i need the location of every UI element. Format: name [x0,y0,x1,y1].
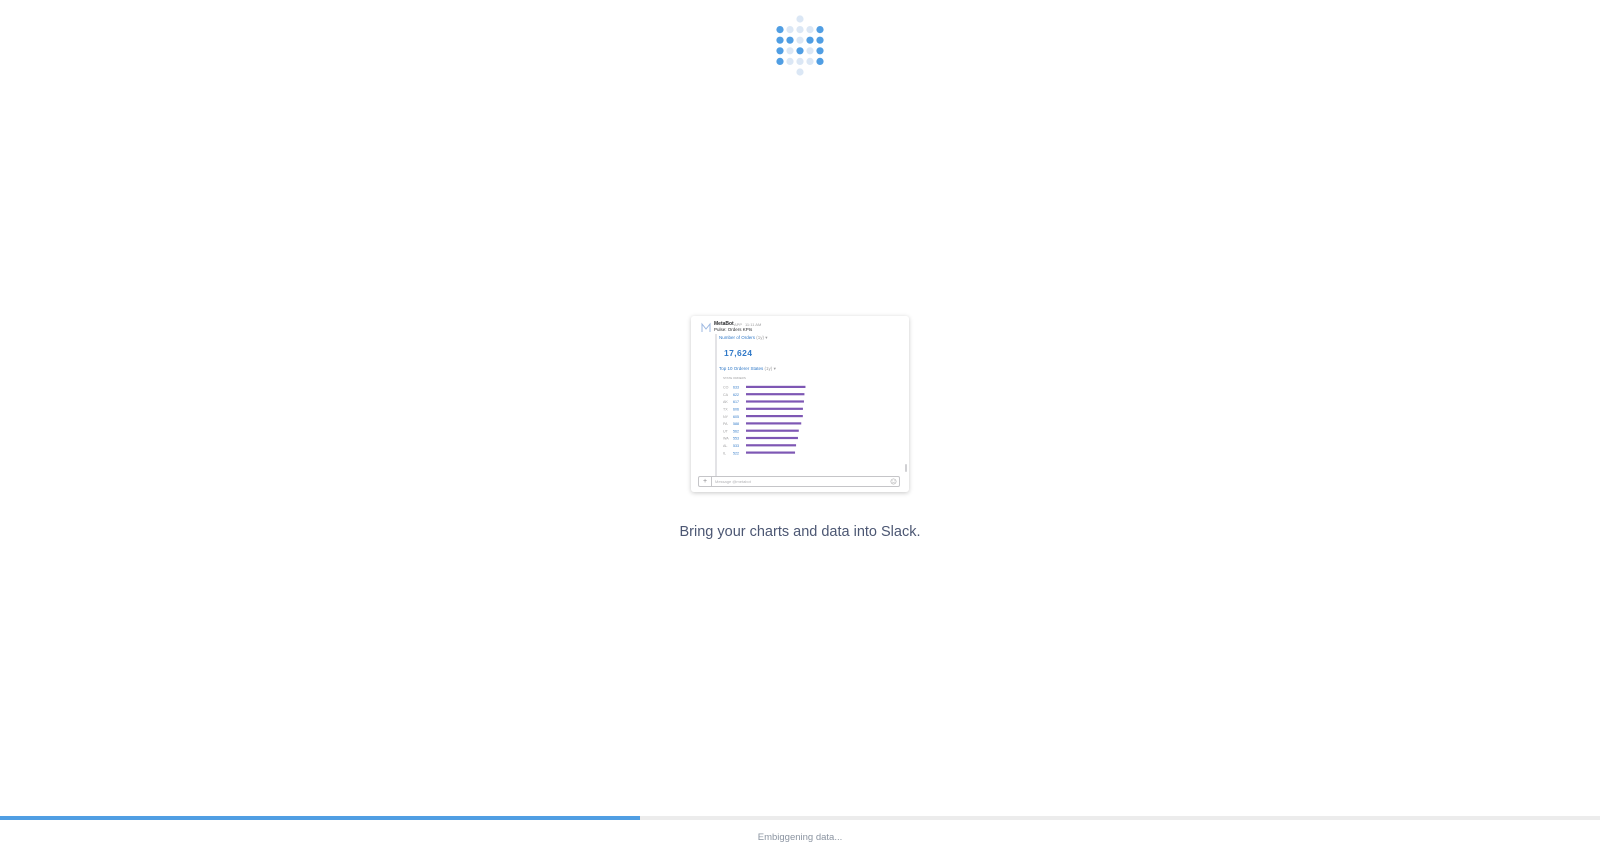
data-label: 562 [733,429,739,433]
logo-dot [776,26,784,34]
card-title-period: (1y) [764,366,773,371]
tick-label: PA [723,422,728,426]
data-label: 633 [733,386,739,390]
logo-dot [796,36,804,44]
plus-icon: + [699,477,712,486]
logo-dot [816,57,824,65]
tagline: Bring your charts and data into Slack. [679,524,921,540]
slack-preview-image: MetaBot APP 11:11 AM Pulse: Orders KPIs … [691,316,909,492]
chevron-down-icon: ▾ [773,366,776,371]
logo-dot [786,26,794,34]
data-label: 606 [733,408,739,412]
logo-dot [816,26,824,34]
progress-bar [0,816,1600,820]
logo-dot [776,57,784,65]
logo-dot [796,15,804,23]
bot-app-label: APP [734,321,743,327]
logo-dot [816,47,824,55]
data-label: 522 [733,451,739,455]
pulse-title: Pulse: Orders KPIs [714,327,753,332]
card-title-states: Top 10 Orderer States (1y) ▾ [719,366,776,372]
card-title-text: Number of Orders [719,335,756,340]
logo-dot [806,57,814,65]
tick-label: UT [723,429,729,433]
loading-status-text: Embiggening data... [757,832,843,843]
logo-dot [776,36,784,44]
bar [746,422,802,425]
tick-label: AK [723,400,728,404]
logo-dot [806,47,814,55]
logo-dot [806,36,814,44]
card-title-orders: Number of Orders (1y) ▾ [719,335,768,341]
scrollbar-thumb [905,464,907,472]
data-label: 605 [733,415,739,419]
bar [746,451,796,454]
message-input [715,478,885,485]
logo-area [0,0,1600,90]
states-bar-chart: STATE ORDERS CO 633 CA 622 AK 617 TX 606 NY 605 PA 58… [723,376,806,455]
tick-label: IL [723,451,726,455]
logo-dot [796,68,804,76]
logo-dot [816,36,824,44]
message-composer: + [698,476,900,487]
column-header: STATE [723,376,732,380]
bar [746,415,803,418]
card-title-period: (1y) [756,335,765,340]
bot-timestamp: 11:11 AM [745,321,762,327]
tick-label: CO [723,386,729,390]
bar [746,407,803,410]
tick-label: TX [723,408,728,412]
data-label: 553 [733,437,739,441]
chevron-down-icon: ▾ [765,335,768,340]
bar [746,444,797,447]
progress-bar-fill [0,816,640,820]
tick-label: AL [723,444,727,448]
logo-dot [796,47,804,55]
bar [746,393,805,396]
smiley-icon [890,478,897,485]
bar [746,436,798,440]
data-label: 617 [733,400,739,404]
data-label: 588 [733,422,739,426]
logo-dot [786,36,794,44]
column-header: ORDERS [733,376,746,380]
scalar-value: 17,624 [724,348,753,358]
bar [746,400,804,403]
data-label: 533 [733,444,739,448]
tick-label: NY [723,415,729,419]
logo-dot [806,26,814,34]
card-title-text: Top 10 Orderer States [719,366,764,371]
attachment-divider [715,334,717,484]
metabase-m-icon [701,322,711,332]
tick-label: CA [723,393,729,397]
logo-dot [796,57,804,65]
bar [746,429,799,432]
logo-dot [776,47,784,55]
logo-dot [786,47,794,55]
data-label: 622 [733,393,739,397]
bar [746,385,806,388]
logo-dot [786,57,794,65]
logo-dot [796,26,804,34]
tick-label: WA [723,437,729,441]
metabase-logo-icon [776,15,824,76]
